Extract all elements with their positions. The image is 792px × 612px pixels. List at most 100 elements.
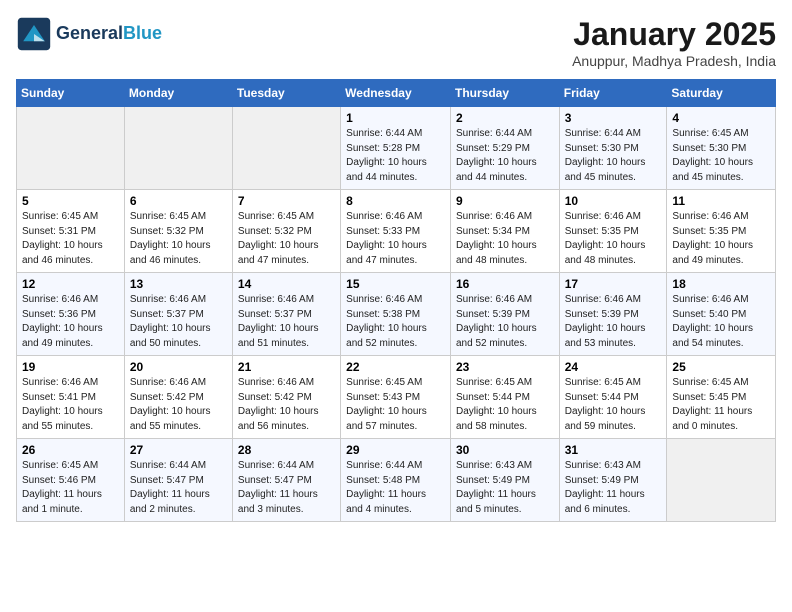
day-info: Sunrise: 6:46 AMSunset: 5:41 PMDaylight:… xyxy=(22,376,119,434)
calendar-cell: 6 Sunrise: 6:45 AMSunset: 5:32 PMDayligh… xyxy=(124,190,232,273)
day-info: Sunrise: 6:44 AMSunset: 5:29 PMDaylight:… xyxy=(456,127,554,185)
day-info: Sunrise: 6:45 AMSunset: 5:32 PMDaylight:… xyxy=(130,210,227,268)
day-number: 6 xyxy=(130,194,227,208)
calendar-cell: 26 Sunrise: 6:45 AMSunset: 5:46 PMDaylig… xyxy=(17,439,125,522)
calendar-cell: 28 Sunrise: 6:44 AMSunset: 5:47 PMDaylig… xyxy=(232,439,340,522)
day-info: Sunrise: 6:45 AMSunset: 5:32 PMDaylight:… xyxy=(238,210,335,268)
calendar-cell: 18 Sunrise: 6:46 AMSunset: 5:40 PMDaylig… xyxy=(667,273,776,356)
calendar-cell: 24 Sunrise: 6:45 AMSunset: 5:44 PMDaylig… xyxy=(559,356,667,439)
calendar-cell: 9 Sunrise: 6:46 AMSunset: 5:34 PMDayligh… xyxy=(450,190,559,273)
week-row-3: 12 Sunrise: 6:46 AMSunset: 5:36 PMDaylig… xyxy=(17,273,776,356)
day-number: 5 xyxy=(22,194,119,208)
day-info: Sunrise: 6:46 AMSunset: 5:42 PMDaylight:… xyxy=(238,376,335,434)
calendar-cell: 25 Sunrise: 6:45 AMSunset: 5:45 PMDaylig… xyxy=(667,356,776,439)
calendar-cell: 11 Sunrise: 6:46 AMSunset: 5:35 PMDaylig… xyxy=(667,190,776,273)
day-info: Sunrise: 6:45 AMSunset: 5:45 PMDaylight:… xyxy=(672,376,770,434)
day-info: Sunrise: 6:44 AMSunset: 5:48 PMDaylight:… xyxy=(346,459,445,517)
day-info: Sunrise: 6:46 AMSunset: 5:34 PMDaylight:… xyxy=(456,210,554,268)
calendar-cell xyxy=(124,107,232,190)
day-number: 31 xyxy=(565,443,662,457)
calendar-cell: 2 Sunrise: 6:44 AMSunset: 5:29 PMDayligh… xyxy=(450,107,559,190)
day-info: Sunrise: 6:43 AMSunset: 5:49 PMDaylight:… xyxy=(565,459,662,517)
calendar-cell xyxy=(667,439,776,522)
day-info: Sunrise: 6:45 AMSunset: 5:44 PMDaylight:… xyxy=(456,376,554,434)
calendar-cell: 1 Sunrise: 6:44 AMSunset: 5:28 PMDayligh… xyxy=(341,107,451,190)
calendar-cell: 3 Sunrise: 6:44 AMSunset: 5:30 PMDayligh… xyxy=(559,107,667,190)
day-header-tuesday: Tuesday xyxy=(232,80,340,107)
day-header-friday: Friday xyxy=(559,80,667,107)
day-info: Sunrise: 6:46 AMSunset: 5:35 PMDaylight:… xyxy=(672,210,770,268)
day-number: 9 xyxy=(456,194,554,208)
calendar-cell: 21 Sunrise: 6:46 AMSunset: 5:42 PMDaylig… xyxy=(232,356,340,439)
day-info: Sunrise: 6:44 AMSunset: 5:30 PMDaylight:… xyxy=(565,127,662,185)
day-number: 10 xyxy=(565,194,662,208)
day-number: 16 xyxy=(456,277,554,291)
day-info: Sunrise: 6:45 AMSunset: 5:30 PMDaylight:… xyxy=(672,127,770,185)
calendar-cell: 27 Sunrise: 6:44 AMSunset: 5:47 PMDaylig… xyxy=(124,439,232,522)
day-header-thursday: Thursday xyxy=(450,80,559,107)
day-number: 14 xyxy=(238,277,335,291)
day-info: Sunrise: 6:44 AMSunset: 5:47 PMDaylight:… xyxy=(238,459,335,517)
calendar-cell: 31 Sunrise: 6:43 AMSunset: 5:49 PMDaylig… xyxy=(559,439,667,522)
title-block: January 2025 Anuppur, Madhya Pradesh, In… xyxy=(572,16,776,69)
calendar-cell: 17 Sunrise: 6:46 AMSunset: 5:39 PMDaylig… xyxy=(559,273,667,356)
day-number: 24 xyxy=(565,360,662,374)
week-row-2: 5 Sunrise: 6:45 AMSunset: 5:31 PMDayligh… xyxy=(17,190,776,273)
calendar-cell: 22 Sunrise: 6:45 AMSunset: 5:43 PMDaylig… xyxy=(341,356,451,439)
day-info: Sunrise: 6:44 AMSunset: 5:28 PMDaylight:… xyxy=(346,127,445,185)
location: Anuppur, Madhya Pradesh, India xyxy=(572,53,776,69)
month-title: January 2025 xyxy=(572,16,776,53)
calendar-cell: 16 Sunrise: 6:46 AMSunset: 5:39 PMDaylig… xyxy=(450,273,559,356)
day-number: 8 xyxy=(346,194,445,208)
day-number: 3 xyxy=(565,111,662,125)
day-info: Sunrise: 6:46 AMSunset: 5:39 PMDaylight:… xyxy=(565,293,662,351)
day-number: 30 xyxy=(456,443,554,457)
day-number: 23 xyxy=(456,360,554,374)
calendar-cell: 29 Sunrise: 6:44 AMSunset: 5:48 PMDaylig… xyxy=(341,439,451,522)
week-row-5: 26 Sunrise: 6:45 AMSunset: 5:46 PMDaylig… xyxy=(17,439,776,522)
day-number: 15 xyxy=(346,277,445,291)
logo-icon xyxy=(16,16,52,52)
day-number: 20 xyxy=(130,360,227,374)
day-info: Sunrise: 6:43 AMSunset: 5:49 PMDaylight:… xyxy=(456,459,554,517)
calendar-cell: 10 Sunrise: 6:46 AMSunset: 5:35 PMDaylig… xyxy=(559,190,667,273)
calendar-cell: 23 Sunrise: 6:45 AMSunset: 5:44 PMDaylig… xyxy=(450,356,559,439)
calendar-cell xyxy=(17,107,125,190)
day-info: Sunrise: 6:45 AMSunset: 5:31 PMDaylight:… xyxy=(22,210,119,268)
day-header-sunday: Sunday xyxy=(17,80,125,107)
day-number: 19 xyxy=(22,360,119,374)
day-header-monday: Monday xyxy=(124,80,232,107)
day-number: 18 xyxy=(672,277,770,291)
day-info: Sunrise: 6:44 AMSunset: 5:47 PMDaylight:… xyxy=(130,459,227,517)
calendar-cell xyxy=(232,107,340,190)
logo: GeneralBlue xyxy=(16,16,162,52)
day-info: Sunrise: 6:46 AMSunset: 5:40 PMDaylight:… xyxy=(672,293,770,351)
day-number: 4 xyxy=(672,111,770,125)
calendar-cell: 20 Sunrise: 6:46 AMSunset: 5:42 PMDaylig… xyxy=(124,356,232,439)
day-info: Sunrise: 6:45 AMSunset: 5:43 PMDaylight:… xyxy=(346,376,445,434)
day-info: Sunrise: 6:46 AMSunset: 5:37 PMDaylight:… xyxy=(238,293,335,351)
calendar-cell: 19 Sunrise: 6:46 AMSunset: 5:41 PMDaylig… xyxy=(17,356,125,439)
day-number: 29 xyxy=(346,443,445,457)
day-header-saturday: Saturday xyxy=(667,80,776,107)
calendar-table: SundayMondayTuesdayWednesdayThursdayFrid… xyxy=(16,79,776,522)
day-number: 28 xyxy=(238,443,335,457)
calendar-cell: 5 Sunrise: 6:45 AMSunset: 5:31 PMDayligh… xyxy=(17,190,125,273)
week-row-1: 1 Sunrise: 6:44 AMSunset: 5:28 PMDayligh… xyxy=(17,107,776,190)
day-number: 17 xyxy=(565,277,662,291)
day-number: 13 xyxy=(130,277,227,291)
day-info: Sunrise: 6:46 AMSunset: 5:33 PMDaylight:… xyxy=(346,210,445,268)
day-info: Sunrise: 6:46 AMSunset: 5:38 PMDaylight:… xyxy=(346,293,445,351)
logo-text: GeneralBlue xyxy=(56,24,162,44)
calendar-cell: 15 Sunrise: 6:46 AMSunset: 5:38 PMDaylig… xyxy=(341,273,451,356)
day-number: 21 xyxy=(238,360,335,374)
day-info: Sunrise: 6:46 AMSunset: 5:36 PMDaylight:… xyxy=(22,293,119,351)
page-header: GeneralBlue January 2025 Anuppur, Madhya… xyxy=(16,16,776,69)
days-header-row: SundayMondayTuesdayWednesdayThursdayFrid… xyxy=(17,80,776,107)
day-number: 7 xyxy=(238,194,335,208)
day-number: 2 xyxy=(456,111,554,125)
day-number: 1 xyxy=(346,111,445,125)
calendar-cell: 8 Sunrise: 6:46 AMSunset: 5:33 PMDayligh… xyxy=(341,190,451,273)
day-number: 12 xyxy=(22,277,119,291)
day-header-wednesday: Wednesday xyxy=(341,80,451,107)
